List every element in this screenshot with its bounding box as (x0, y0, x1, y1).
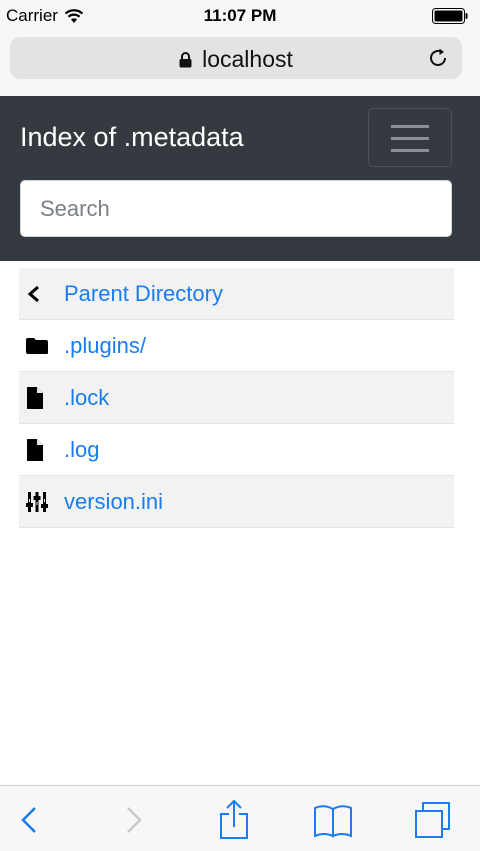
browser-address-area: localhost (0, 32, 480, 96)
file-icon (19, 424, 64, 476)
battery-icon (432, 8, 468, 24)
list-item-parent: Parent Directory (19, 268, 454, 320)
url-text: localhost (202, 46, 293, 72)
list-item: version.ini (19, 476, 454, 528)
file-link[interactable]: .lock (64, 385, 109, 411)
directory-listing: Parent Directory .plugins/ .lock .log ve… (19, 268, 454, 528)
bookmarks-icon[interactable] (313, 800, 353, 840)
list-item: .plugins/ (19, 320, 454, 372)
browser-toolbar (0, 785, 480, 851)
parent-directory-link[interactable]: Parent Directory (64, 281, 223, 307)
search-input[interactable] (20, 180, 452, 237)
address-bar[interactable]: localhost (10, 37, 462, 79)
settings-sliders-icon (19, 476, 64, 528)
folder-icon (19, 320, 64, 372)
clock: 11:07 PM (203, 6, 277, 25)
hamburger-icon (391, 125, 429, 128)
back-chevron-icon[interactable] (10, 800, 50, 840)
page-title[interactable]: Index of .metadata (20, 122, 244, 153)
share-icon[interactable] (214, 800, 254, 840)
forward-chevron-icon[interactable] (113, 800, 153, 840)
list-item: .log (19, 424, 454, 476)
chevron-left-icon (19, 268, 64, 320)
reload-icon[interactable] (426, 46, 450, 70)
file-link[interactable]: version.ini (64, 489, 163, 515)
navbar: Index of .metadata (0, 96, 480, 261)
menu-toggle-button[interactable] (368, 108, 452, 167)
tabs-icon[interactable] (413, 800, 453, 840)
file-link[interactable]: .plugins/ (64, 333, 146, 359)
lock-icon (179, 51, 192, 67)
list-item: .lock (19, 372, 454, 424)
status-bar: Carrier 11:07 PM (0, 0, 480, 32)
file-icon (19, 372, 64, 424)
file-link[interactable]: .log (64, 437, 99, 463)
